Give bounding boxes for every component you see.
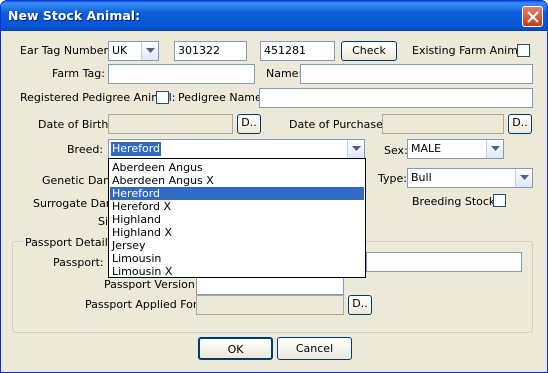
date-of-birth-label: Date of Birth: bbox=[38, 118, 113, 131]
breed-option[interactable]: Highland X bbox=[110, 226, 364, 239]
type-value: Bull bbox=[411, 171, 432, 184]
sire-label-partial: Si bbox=[98, 215, 109, 228]
ear-tag-part1-input[interactable]: 301322 bbox=[174, 41, 247, 61]
country-select[interactable]: UK bbox=[108, 41, 159, 61]
breed-label: Breed: bbox=[67, 143, 104, 156]
ear-tag-part2-input[interactable]: 451281 bbox=[260, 41, 335, 61]
breed-option[interactable]: Limousin bbox=[110, 252, 364, 265]
passport-version-input[interactable] bbox=[196, 275, 344, 295]
sex-select[interactable]: MALE bbox=[407, 139, 504, 159]
pedigree-name-input[interactable] bbox=[259, 88, 533, 108]
title-bar: New Stock Animal: bbox=[1, 1, 547, 31]
window-title: New Stock Animal: bbox=[8, 8, 141, 23]
registered-pedigree-label: Registered Pedigree Animal: bbox=[20, 91, 176, 104]
breed-option[interactable]: Aberdeen Angus bbox=[110, 161, 364, 174]
date-of-purchase-picker-button[interactable]: D.. bbox=[508, 114, 532, 134]
cancel-button[interactable]: Cancel bbox=[277, 337, 352, 360]
passport-applied-for-label: Passport Applied For: bbox=[85, 298, 201, 311]
surrogate-dam-label: Surrogate Dam bbox=[33, 197, 117, 210]
breeding-stock-checkbox[interactable] bbox=[493, 194, 506, 207]
date-of-birth-picker-button[interactable]: D.. bbox=[237, 114, 261, 134]
existing-farm-animal-checkbox[interactable] bbox=[517, 44, 530, 57]
chevron-down-icon[interactable] bbox=[141, 42, 158, 60]
passport-version-label: Passport Version: bbox=[104, 278, 199, 291]
breed-value: Hereford bbox=[111, 142, 162, 156]
ear-tag-label: Ear Tag Number: bbox=[20, 44, 112, 57]
farm-tag-label: Farm Tag: bbox=[52, 67, 105, 80]
date-of-birth-input[interactable] bbox=[108, 114, 233, 134]
sex-label: Sex: bbox=[384, 144, 408, 157]
breed-option[interactable]: Hereford bbox=[110, 187, 364, 200]
breeding-stock-label: Breeding Stock: bbox=[412, 195, 500, 208]
type-label: Type: bbox=[378, 172, 407, 185]
close-button[interactable] bbox=[522, 6, 543, 27]
breed-option[interactable]: Highland bbox=[110, 213, 364, 226]
name-label: Name: bbox=[266, 67, 303, 80]
sex-value: MALE bbox=[411, 142, 442, 155]
genetic-dam-label: Genetic Dam bbox=[42, 174, 114, 187]
ok-button[interactable]: OK bbox=[198, 337, 273, 360]
breed-option[interactable]: Limousin X bbox=[110, 265, 364, 278]
name-input[interactable] bbox=[300, 64, 533, 84]
passport-details-title: Passport Details bbox=[23, 236, 116, 249]
date-of-purchase-input[interactable] bbox=[382, 114, 504, 134]
passport-applied-picker-button[interactable]: D.. bbox=[348, 295, 372, 315]
chevron-down-icon[interactable] bbox=[486, 140, 503, 158]
pedigree-name-label: Pedigree Name: bbox=[178, 91, 266, 104]
chevron-down-icon[interactable] bbox=[515, 169, 532, 187]
type-select[interactable]: Bull bbox=[407, 168, 533, 188]
registered-pedigree-checkbox[interactable] bbox=[156, 91, 169, 104]
breed-option[interactable]: Jersey bbox=[110, 239, 364, 252]
passport-applied-for-input[interactable] bbox=[196, 295, 344, 315]
breed-select[interactable]: Hereford bbox=[108, 139, 365, 159]
country-value: UK bbox=[112, 44, 128, 57]
new-stock-animal-dialog: New Stock Animal: Ear Tag Number: UK 301… bbox=[0, 0, 548, 373]
chevron-down-icon[interactable] bbox=[347, 140, 364, 158]
existing-farm-animal-label: Existing Farm Animal: bbox=[412, 44, 532, 57]
farm-tag-input[interactable] bbox=[108, 64, 255, 84]
passport-label: Passport: bbox=[53, 256, 104, 269]
check-button[interactable]: Check bbox=[341, 41, 397, 61]
breed-option[interactable]: Aberdeen Angus X bbox=[110, 174, 364, 187]
close-icon bbox=[527, 11, 539, 23]
breed-option[interactable]: Hereford X bbox=[110, 200, 364, 213]
date-of-purchase-label: Date of Purchase: bbox=[289, 118, 387, 131]
breed-dropdown-list[interactable]: Aberdeen Angus Aberdeen Angus X Hereford He… bbox=[108, 158, 366, 278]
passport-input[interactable] bbox=[366, 252, 522, 272]
